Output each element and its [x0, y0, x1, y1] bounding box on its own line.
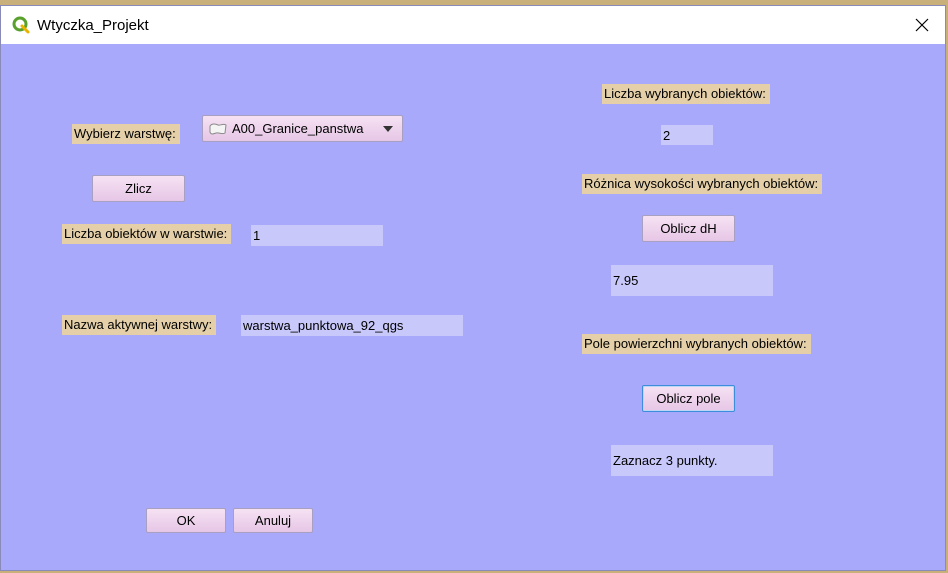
- height-diff-label: Różnica wysokości wybranych obiektów:: [582, 174, 823, 194]
- selected-count-label: Liczba wybranych obiektów:: [602, 84, 770, 104]
- layer-select-label: Wybierz warstwę:: [72, 124, 180, 144]
- layer-combobox[interactable]: A00_Granice_panstwa: [202, 115, 403, 142]
- object-count-field[interactable]: 1: [251, 225, 383, 246]
- count-button[interactable]: Zlicz: [92, 175, 185, 202]
- layer-combobox-value: A00_Granice_panstwa: [232, 121, 364, 136]
- close-icon: [915, 18, 929, 32]
- calc-area-button[interactable]: Oblicz pole: [642, 385, 735, 412]
- height-diff-field[interactable]: 7.95: [611, 265, 773, 296]
- qgis-icon: [12, 16, 30, 34]
- polygon-layer-icon: [209, 123, 227, 134]
- active-layer-label: Nazwa aktywnej warstwy:: [62, 315, 217, 335]
- area-label: Pole powierzchni wybranych obiektów:: [582, 334, 811, 354]
- window-title: Wtyczka_Projekt: [37, 17, 149, 34]
- area-field[interactable]: Zaznacz 3 punkty.: [611, 445, 773, 476]
- object-count-label: Liczba obiektów w warstwie:: [62, 224, 232, 244]
- ok-button[interactable]: OK: [146, 508, 226, 533]
- selected-count-field[interactable]: 2: [661, 125, 713, 145]
- chevron-down-icon: [383, 126, 393, 132]
- calc-dh-button[interactable]: Oblicz dH: [642, 215, 735, 242]
- active-layer-field[interactable]: warstwa_punktowa_92_qgs: [241, 315, 463, 336]
- plugin-dialog: Wtyczka_Projekt Wybierz warstwę: A00_Gra…: [0, 5, 946, 571]
- cancel-button[interactable]: Anuluj: [233, 508, 313, 533]
- close-button[interactable]: [899, 6, 945, 44]
- title-bar: Wtyczka_Projekt: [1, 6, 945, 44]
